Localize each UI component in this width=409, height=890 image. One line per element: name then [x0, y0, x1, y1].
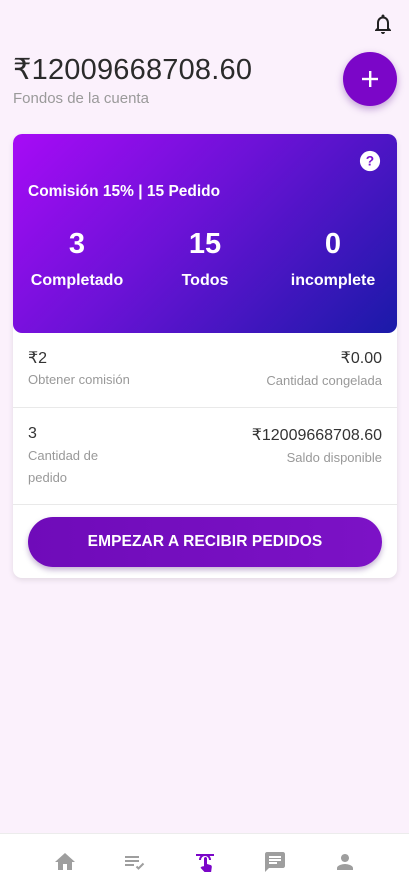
order-count-value: 3	[28, 425, 37, 442]
chat-icon[interactable]	[263, 850, 287, 874]
stat-incomplete-label: incomplete	[290, 272, 376, 289]
commission-earned-label: Obtener comisión	[28, 372, 130, 387]
add-button[interactable]	[343, 52, 397, 106]
person-icon[interactable]	[333, 850, 357, 874]
detail-row-commission: ₹2 ₹0.00 Obtener comisión Cantidad conge…	[13, 333, 397, 407]
question-circle-icon[interactable]: ?	[359, 150, 381, 172]
touch-icon[interactable]	[193, 850, 217, 874]
stat-completed-label: Completado	[30, 272, 124, 289]
commission-earned-value: ₹2	[28, 350, 48, 367]
stat-all-label: Todos	[181, 272, 229, 289]
commission-summary-panel: ? Comisión 15% | 15 Pedido 3 Completado …	[13, 134, 397, 333]
plus-icon	[362, 71, 378, 87]
detail-row-orders: 3 ₹12009668708.60 Cantidad de pedido Sal…	[13, 408, 397, 504]
stat-all-value: 15	[188, 228, 222, 260]
available-balance-value: ₹12009668708.60	[251, 427, 382, 444]
svg-text:?: ?	[366, 154, 374, 169]
order-count-label: Cantidad de pedido	[28, 448, 99, 485]
stat-completed-value: 3	[68, 228, 86, 260]
available-balance-label: Saldo disponible	[286, 450, 382, 465]
bottom-tab-bar	[0, 833, 409, 890]
divider	[13, 504, 397, 505]
frozen-amount-value: ₹0.00	[340, 350, 382, 367]
stat-incomplete-value: 0	[324, 228, 342, 260]
account-balance: ₹12009668708.60	[13, 54, 253, 86]
order-summary-card: ? Comisión 15% | 15 Pedido 3 Completado …	[13, 134, 397, 578]
frozen-amount-label: Cantidad congelada	[266, 373, 382, 388]
stat-completed: 3 Completado	[13, 226, 141, 290]
stat-incomplete: 0 incomplete	[269, 226, 397, 290]
bell-icon[interactable]	[371, 12, 395, 36]
stat-all: 15 Todos	[141, 226, 269, 290]
commission-info: Comisión 15% | 15 Pedido	[28, 183, 221, 200]
account-balance-label: Fondos de la cuenta	[13, 90, 149, 107]
list-check-icon[interactable]	[123, 850, 147, 874]
home-icon[interactable]	[53, 850, 77, 874]
start-receiving-orders-button[interactable]: EMPEZAR A RECIBIR PEDIDOS	[28, 517, 382, 567]
